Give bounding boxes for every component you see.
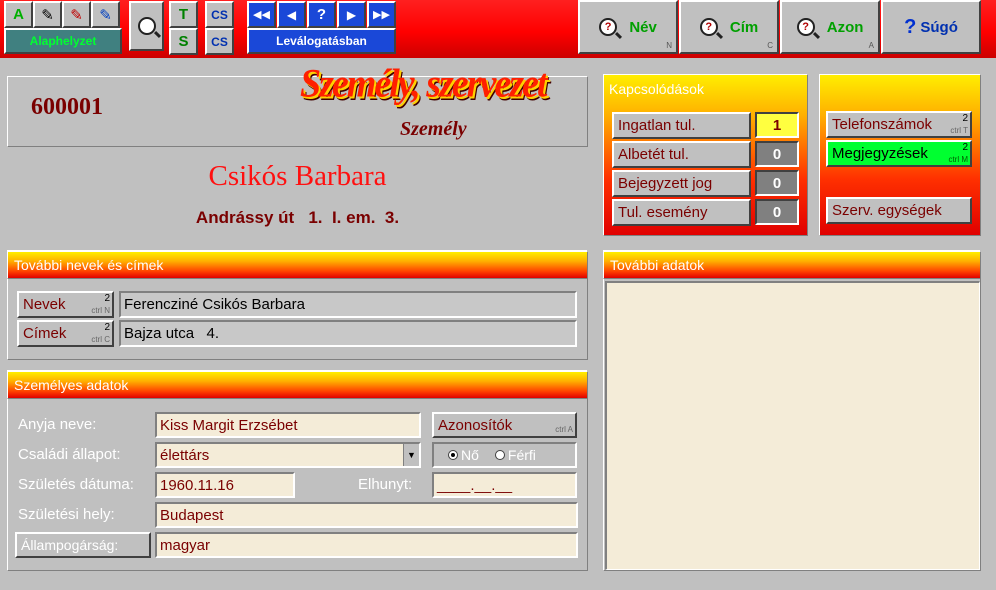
filter-all-button[interactable]: A <box>4 1 33 28</box>
other-names-field[interactable]: Ferencziné Csikós Barbara <box>119 291 577 318</box>
gender-male-radio[interactable]: Férfi <box>494 447 536 463</box>
link-right-count: 0 <box>755 170 799 196</box>
help-button[interactable]: ? Súgó <box>881 0 981 54</box>
prev-record-button[interactable]: ◀ <box>277 1 306 28</box>
search-s-button[interactable]: S <box>169 28 198 55</box>
org-units-button[interactable]: Szerv. egységek <box>826 197 972 224</box>
gender-female-radio[interactable]: Nő <box>448 447 479 463</box>
link-registered-right[interactable]: Bejegyzett jog <box>612 170 751 197</box>
filter-cs-button[interactable]: CS <box>205 28 234 55</box>
search-icon: ? <box>796 18 815 36</box>
mother-label: Anyja neve: <box>18 416 97 433</box>
extra-data-textarea[interactable] <box>605 281 980 570</box>
first-record-button[interactable]: ◀◀ <box>247 1 276 28</box>
birth-date-field[interactable]: 1960.11.16 <box>155 472 295 498</box>
help-query-button[interactable]: ? <box>307 1 336 28</box>
link-property-owner[interactable]: Ingatlan tul. <box>612 112 751 139</box>
person-name: Csikós Barbara <box>208 160 387 192</box>
logo: Személy, szervezet <box>300 61 547 107</box>
record-id: 600001 <box>31 94 103 120</box>
filter-cs-icon: CS <box>211 34 228 49</box>
first-icon: ◀◀ <box>253 9 270 21</box>
search-t-button[interactable]: T <box>169 1 198 28</box>
search-t-icon: T <box>178 6 189 23</box>
other-addresses-field[interactable]: Bajza utca 4. <box>119 320 577 347</box>
last-icon: ▶▶ <box>373 9 390 21</box>
pencil-red-icon: ✎ <box>70 6 83 24</box>
search-cs-button[interactable]: CS <box>205 1 234 28</box>
search-button[interactable] <box>129 1 164 51</box>
edit-clear-button[interactable]: ✎ <box>91 1 120 28</box>
links-title: Kapcsolódások <box>609 81 704 97</box>
toolbar: A ✎ ✎ ✎ Alaphelyzet T CS S CS ◀◀ ◀ ? ▶ ▶… <box>0 0 996 58</box>
pencil-icon: ✎ <box>41 6 54 24</box>
question-icon: ? <box>316 6 327 23</box>
person-address: Andrássy út 1. I. em. 3. <box>195 208 400 227</box>
search-address-button[interactable]: ? Cím C <box>679 0 779 54</box>
filter-all-icon: A <box>13 6 24 23</box>
search-icon: ? <box>599 18 618 36</box>
personal-title: Személyes adatok <box>7 371 588 399</box>
names-title: További nevek és címek <box>7 251 588 279</box>
link-unit-owner[interactable]: Albetét tul. <box>612 141 751 168</box>
citizenship-button[interactable]: Állampogárság: <box>15 532 151 558</box>
chevron-down-icon[interactable]: ▼ <box>403 444 419 466</box>
identifiers-button[interactable]: Azonosítók ctrl A <box>432 412 577 438</box>
prev-icon: ◀ <box>286 7 297 22</box>
help-icon: ? <box>904 15 917 38</box>
reset-button[interactable]: Alaphelyzet <box>4 28 122 54</box>
marital-status-select[interactable]: élettárs ▼ <box>155 442 421 468</box>
death-date-field[interactable]: ____.__.__ <box>432 472 577 498</box>
birth-place-label: Születési hely: <box>18 506 115 523</box>
gender-group: Nő Férfi <box>432 442 577 468</box>
extra-title: További adatok <box>603 251 981 279</box>
next-record-button[interactable]: ▶ <box>337 1 366 28</box>
search-s-icon: S <box>178 33 189 50</box>
radio-checked-icon <box>448 450 458 460</box>
next-icon: ▶ <box>346 7 357 22</box>
eraser-icon: ✎ <box>99 6 112 24</box>
notes-button[interactable]: Megjegyzések 2 ctrl M <box>826 140 972 167</box>
search-cs-icon: CS <box>211 7 228 22</box>
citizenship-field[interactable]: magyar <box>155 532 578 558</box>
radio-unchecked-icon <box>494 450 505 460</box>
link-unit-count: 0 <box>755 141 799 167</box>
search-id-button[interactable]: ? Azon A <box>780 0 880 54</box>
entity-type: Személy <box>400 118 467 140</box>
link-property-count: 1 <box>755 112 799 138</box>
phones-button[interactable]: Telefonszámok 2 ctrl T <box>826 111 972 138</box>
link-event-count: 0 <box>755 199 799 225</box>
search-icon <box>137 17 156 35</box>
filter-state-label: Leválogatásban <box>247 28 396 54</box>
addresses-button[interactable]: Címek 2 ctrl C <box>17 320 114 347</box>
death-label: Elhunyt: <box>358 476 413 493</box>
edit-button[interactable]: ✎ <box>33 1 62 28</box>
edit-red-button[interactable]: ✎ <box>62 1 91 28</box>
marital-label: Családi állapot: <box>18 446 121 463</box>
link-ownership-event[interactable]: Tul. esemény <box>612 199 751 226</box>
birth-date-label: Születés dátuma: <box>18 476 134 493</box>
last-record-button[interactable]: ▶▶ <box>367 1 396 28</box>
search-icon: ? <box>699 18 718 36</box>
search-name-button[interactable]: ? Név N <box>578 0 678 54</box>
mother-name-field[interactable]: Kiss Margit Erzsébet <box>155 412 421 438</box>
names-button[interactable]: Nevek 2 ctrl N <box>17 291 114 318</box>
birth-place-field[interactable]: Budapest <box>155 502 578 528</box>
